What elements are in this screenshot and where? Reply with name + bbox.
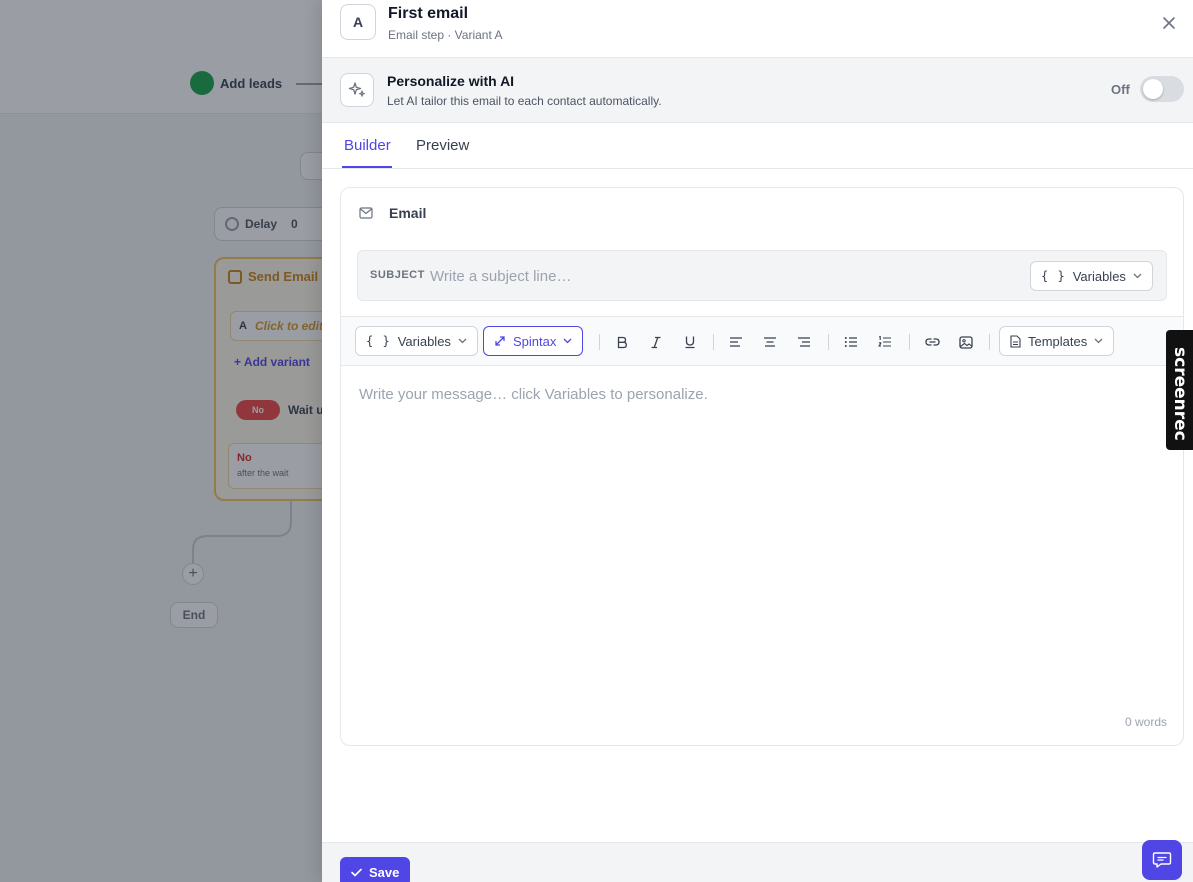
ai-description: Let AI tailor this email to each contact… [387,94,662,108]
variables-dropdown[interactable]: { } Variables [355,326,478,356]
spintax-label: Spintax [513,333,557,349]
variables-label: Variables [397,333,451,349]
toolbar-divider [599,334,600,350]
sparkle-icon [340,73,374,107]
chat-button[interactable] [1142,840,1182,880]
numbered-list-icon [878,336,891,347]
toolbar-divider [713,334,714,350]
word-count: 0 words [1124,715,1167,729]
bullet-list-button[interactable] [840,331,862,353]
chevron-down-icon [563,338,572,344]
align-left-button[interactable] [725,331,747,353]
close-button[interactable] [1160,14,1178,32]
underline-icon [685,336,695,349]
subject-variables-label: Variables [1072,268,1126,284]
chevron-down-icon [1094,338,1103,344]
screenrec-label: screenrec [1170,347,1190,441]
ai-title: Personalize with AI [387,73,515,89]
image-button[interactable] [955,331,977,353]
email-section-title: Email [389,205,427,221]
image-icon [959,335,973,349]
tab-builder[interactable]: Builder [344,137,391,154]
toolbar-divider [909,334,910,350]
drawer-title: First email [388,5,469,22]
drawer-header: A First email Email step · Variant A [322,0,1193,58]
save-label: Save [369,864,400,880]
document-icon [1010,334,1021,348]
ai-state-label: Off [1111,82,1130,97]
align-right-button[interactable] [793,331,815,353]
subject-variables-button[interactable]: { } Variables [1030,261,1153,291]
braces-icon: { } [366,334,391,348]
align-right-icon [798,337,810,347]
mail-icon [359,207,373,219]
chevron-down-icon [458,338,467,344]
toolbar-divider [989,334,990,350]
message-editor[interactable]: Write your message… click Variables to p… [359,386,1159,686]
tab-preview[interactable]: Preview [416,137,469,154]
active-tab-indicator [342,166,392,168]
bullet-list-icon [844,337,857,347]
email-editor-card: Email SUBJECT { } Variables { } Variable… [340,187,1184,746]
templates-dropdown[interactable]: Templates [999,326,1115,356]
link-icon [924,338,940,346]
italic-icon [651,336,661,348]
drawer-subtitle: Email step · Variant A [388,28,503,42]
templates-label: Templates [1028,333,1088,349]
ai-toggle[interactable] [1140,76,1184,102]
align-center-icon [764,337,776,347]
save-button[interactable]: Save [340,857,411,882]
screenrec-tab[interactable]: screenrec [1166,330,1193,450]
braces-icon: { } [1041,269,1066,283]
drawer-footer: Save [322,842,1193,882]
subject-label: SUBJECT [370,269,425,281]
ai-personalize-section: Personalize with AI Let AI tailor this e… [322,58,1193,123]
subject-row: SUBJECT { } Variables [357,250,1167,301]
chevron-down-icon [1133,273,1142,279]
bold-button[interactable] [611,331,633,353]
link-button[interactable] [921,331,943,353]
email-section-header: Email [359,205,426,221]
expand-arrows-icon [495,336,505,346]
editor-toolbar: { } Variables Spintax Templates [341,316,1183,366]
align-left-icon [730,337,742,347]
italic-button[interactable] [645,331,667,353]
subject-input[interactable] [430,263,1010,289]
toolbar-divider [828,334,829,350]
toggle-knob [1143,79,1163,99]
bold-icon [617,336,627,348]
check-icon [351,868,362,876]
close-icon [1163,17,1175,29]
email-step-drawer: A First email Email step · Variant A Per… [322,0,1193,882]
variant-badge: A [340,4,376,40]
align-center-button[interactable] [759,331,781,353]
chat-bubble-icon [1152,852,1172,868]
underline-button[interactable] [679,331,701,353]
numbered-list-button[interactable] [874,331,896,353]
spintax-dropdown[interactable]: Spintax [483,326,584,356]
tab-bar: Builder Preview [322,123,1193,169]
